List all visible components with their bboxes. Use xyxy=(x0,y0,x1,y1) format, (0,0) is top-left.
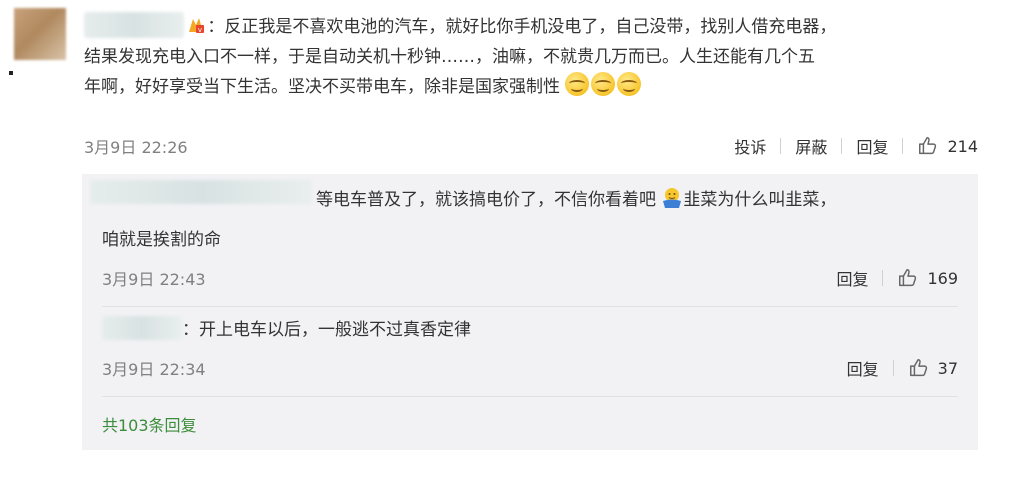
reply-1-like-button[interactable]: 169 xyxy=(897,267,958,289)
thumbs-up-icon xyxy=(919,137,937,155)
emoji-group xyxy=(565,72,643,106)
comment-text: v ：反正我是不喜欢电池的汽车，就好比你手机没电了，自己没带，找别人借充电器， … xyxy=(84,12,984,106)
reply-username-blurred[interactable] xyxy=(90,180,312,204)
block-button[interactable]: 屏蔽 xyxy=(795,134,827,158)
action-divider xyxy=(882,270,884,286)
reply-2-reply-button[interactable]: 回复 xyxy=(847,356,879,380)
svg-text:v: v xyxy=(198,26,202,34)
reply-2-actions: 回复 37 xyxy=(847,356,958,380)
reply-1-timestamp: 3月9日 22:43 xyxy=(102,270,206,289)
thumbs-up-icon xyxy=(899,269,917,287)
action-divider xyxy=(902,138,904,154)
reply-button[interactable]: 回复 xyxy=(856,134,888,158)
reply-1-like-count: 169 xyxy=(927,268,958,288)
thumbs-up-icon xyxy=(909,359,927,377)
comment-line-1: ：反正我是不喜欢电池的汽车，就好比你手机没电了，自己没带，找别人借充电器， xyxy=(207,17,837,37)
reply-2-text: ：开上电车以后，一般逃不过真香定律 xyxy=(182,320,471,340)
comment-line-3: 年啊，好好享受当下生活。坚决不买带电车，除非是国家强制性 xyxy=(84,77,560,97)
reply-divider xyxy=(102,306,958,307)
reply-1-actions: 回复 169 xyxy=(836,266,958,290)
smile-emoji-icon xyxy=(617,72,642,96)
reply-1-reply-button[interactable]: 回复 xyxy=(836,266,868,290)
smile-emoji-icon xyxy=(565,72,590,96)
action-divider xyxy=(892,360,894,376)
report-button[interactable]: 投诉 xyxy=(734,134,766,158)
reply-2-like-count: 37 xyxy=(937,358,958,378)
reply-username-blurred[interactable] xyxy=(102,316,182,340)
shrug-emoji-icon xyxy=(661,187,683,209)
comment-actions: 投诉 屏蔽 回复 214 xyxy=(734,134,978,158)
reply-1-line-1: 等电车普及了，就该搞电价了，不信你看着吧 韭菜为什么叫韭菜， xyxy=(316,185,836,215)
more-replies-link[interactable]: 共103条回复 xyxy=(102,412,197,436)
list-bullet xyxy=(9,71,13,75)
action-divider xyxy=(780,138,782,154)
replies-panel: 等电车普及了，就该搞电价了，不信你看着吧 韭菜为什么叫韭菜， 咱就是挨割的命 3… xyxy=(82,174,978,450)
reply-divider xyxy=(102,396,958,397)
vip-badge-icon: v xyxy=(187,16,205,34)
comment-line-2: 结果发现充电入口不一样，于是自动关机十秒钟……，油嘛，不就贵几万而已。人生还能有… xyxy=(84,47,815,67)
comment-timestamp: 3月9日 22:26 xyxy=(84,138,188,157)
reply-2-like-button[interactable]: 37 xyxy=(908,357,958,379)
like-button[interactable]: 214 xyxy=(917,135,978,157)
avatar[interactable] xyxy=(14,8,66,60)
reply-1-line-2: 咱就是挨割的命 xyxy=(102,230,221,250)
smile-emoji-icon xyxy=(591,72,616,96)
action-divider xyxy=(841,138,843,154)
like-count: 214 xyxy=(947,136,978,156)
reply-2-timestamp: 3月9日 22:34 xyxy=(102,360,206,379)
